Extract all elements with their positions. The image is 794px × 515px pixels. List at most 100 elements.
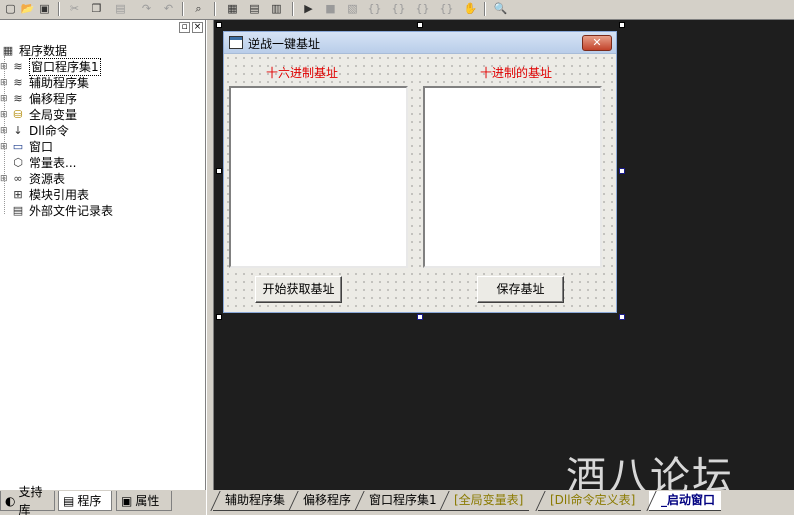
tree-item-window[interactable]: ⊞ ▭ 窗口 xyxy=(0,139,53,155)
resize-handle[interactable] xyxy=(417,314,423,320)
resize-handle[interactable] xyxy=(216,168,222,174)
program-icon: ▤ xyxy=(63,493,75,508)
main-toolbar: ▢ 📂 ▣ ✂ ❐ ▤ ↷ ↶ ⌕ ▦ ▤ ▥ ▶ ■ ▧ {} {} {} {… xyxy=(0,0,794,20)
cut-icon[interactable]: ✂ xyxy=(66,1,83,17)
toolbar-separator xyxy=(58,2,60,16)
document-tabs: 辅助程序集 偏移程序 窗口程序集1 [全局变量表] [Dll命令定义表] _启动… xyxy=(213,490,794,515)
pin-icon[interactable]: ▫ xyxy=(179,22,190,33)
tree-item-offset-program[interactable]: ⊞ ≋ 偏移程序 xyxy=(0,91,77,107)
step-into-icon[interactable]: {} xyxy=(366,1,383,17)
expand-icon[interactable]: ⊞ xyxy=(0,91,8,107)
start-fetch-button[interactable]: 开始获取基址 xyxy=(255,276,342,303)
expand-icon[interactable]: ⊞ xyxy=(0,59,8,75)
copy-icon[interactable]: ❐ xyxy=(88,1,105,17)
database-icon: ▦ xyxy=(2,44,14,57)
hex-address-label: 十六进制基址 xyxy=(266,66,339,80)
resize-handle[interactable] xyxy=(216,22,222,28)
window-icon xyxy=(229,36,243,49)
stack-icon: ≋ xyxy=(13,76,23,89)
tree-item-constants[interactable]: ⬡ 常量表... xyxy=(10,155,76,171)
expand-icon[interactable]: ⊞ xyxy=(0,75,8,91)
step-over-icon[interactable]: {} xyxy=(390,1,407,17)
tree-item-window-assembly[interactable]: ⊞ ≋ 窗口程序集1 xyxy=(0,58,101,76)
run-icon[interactable]: ▶ xyxy=(300,1,317,17)
tab-offset-program[interactable]: 偏移程序 xyxy=(291,491,358,511)
tab-window-assembly[interactable]: 窗口程序集1 xyxy=(357,491,443,511)
tab-properties[interactable]: ▣ 属性 xyxy=(116,491,172,511)
find-icon[interactable]: 🔍 xyxy=(492,1,509,17)
expand-icon[interactable]: ⊞ xyxy=(0,139,8,155)
tree-item-label: 外部文件记录表 xyxy=(29,204,114,218)
tab-support-library[interactable]: ◐ 支持库 xyxy=(0,485,55,515)
tab-startup-window[interactable]: _启动窗口 xyxy=(649,491,722,511)
tab-dll-definitions[interactable]: [Dll命令定义表] xyxy=(538,491,642,511)
tree-item-label: 资源表 xyxy=(29,172,66,186)
resize-handle[interactable] xyxy=(216,314,222,320)
stack-icon: ≋ xyxy=(13,60,23,73)
dll-icon: ↓ xyxy=(13,124,23,137)
decimal-address-list[interactable] xyxy=(423,86,602,268)
stack-icon: ≋ xyxy=(13,92,23,105)
resource-icon: ∞ xyxy=(13,172,23,185)
expand-icon[interactable]: ⊞ xyxy=(0,107,8,123)
tree-item-module-refs[interactable]: ⊞ 模块引用表 xyxy=(10,187,89,203)
toolbar-separator xyxy=(484,2,486,16)
resize-handle[interactable] xyxy=(619,314,625,320)
decimal-address-label: 十进制的基址 xyxy=(480,66,553,80)
window-icon: ▭ xyxy=(12,140,24,153)
tree-item-label: 常量表... xyxy=(29,156,77,170)
toolbar-separator xyxy=(214,2,216,16)
expand-icon[interactable]: ⊞ xyxy=(0,171,8,187)
hex-address-list[interactable] xyxy=(229,86,408,268)
close-button[interactable]: ✕ xyxy=(582,35,612,51)
tab-program[interactable]: ▤ 程序 xyxy=(58,491,112,511)
variable-icon: ⛁ xyxy=(13,108,23,121)
designed-window[interactable]: 逆战一键基址 ✕ 十六进制基址 十进制的基址 开始获取基址 保存基址 xyxy=(223,31,617,313)
left-panel-tabs: ◐ 支持库 ▤ 程序 ▣ 属性 xyxy=(0,485,206,515)
tree-item-resources[interactable]: ⊞ ∞ 资源表 xyxy=(0,171,65,187)
step-run-icon[interactable]: {} xyxy=(438,1,455,17)
close-icon[interactable]: × xyxy=(192,22,203,33)
panel-splitter[interactable] xyxy=(206,20,213,515)
tree-item-label: Dll命令 xyxy=(29,124,69,138)
tree-root[interactable]: ▦ 程序数据 xyxy=(0,43,67,59)
program-tree-panel: ▫ × ▦ 程序数据 ⊞ ≋ 窗口程序集1 ⊞ ≋ 辅助程序集 ⊞ ≋ 偏移程序… xyxy=(0,20,206,490)
save-icon[interactable]: ▣ xyxy=(36,1,53,17)
module-icon: ⊞ xyxy=(13,188,23,201)
tree-item-dll-commands[interactable]: ⊞ ↓ Dll命令 xyxy=(0,123,69,139)
paste-icon[interactable]: ▤ xyxy=(112,1,129,17)
tab-global-variables[interactable]: [全局变量表] xyxy=(442,491,530,511)
window-title: 逆战一键基址 xyxy=(248,37,321,51)
resize-handle[interactable] xyxy=(619,168,625,174)
tab-helper-assembly[interactable]: 辅助程序集 xyxy=(213,491,292,511)
step-out-icon[interactable]: {} xyxy=(414,1,431,17)
tree-item-label: 全局变量 xyxy=(29,108,78,122)
layout-icon[interactable]: ▥ xyxy=(268,1,285,17)
hand-icon[interactable]: ✋ xyxy=(462,1,479,17)
tab-label: 程序 xyxy=(77,493,102,508)
properties-icon: ▣ xyxy=(121,493,133,508)
expand-icon[interactable]: ⊞ xyxy=(0,123,8,139)
toolbar-separator xyxy=(182,2,184,16)
tree-item-helper-assembly[interactable]: ⊞ ≋ 辅助程序集 xyxy=(0,75,89,91)
tree-item-label: 模块引用表 xyxy=(29,188,90,202)
tree-item-label: 窗口程序集1 xyxy=(29,58,101,76)
window-title-bar[interactable]: 逆战一键基址 ✕ xyxy=(224,32,616,54)
resize-handle[interactable] xyxy=(417,22,423,28)
preview-icon[interactable]: ⌕ xyxy=(190,1,207,17)
stop-icon[interactable]: ■ xyxy=(322,1,339,17)
undo-icon[interactable]: ↶ xyxy=(160,1,177,17)
tree-item-external-files[interactable]: ▤ 外部文件记录表 xyxy=(10,203,113,219)
tab-label: 支持库 xyxy=(18,484,43,515)
constant-icon: ⬡ xyxy=(13,156,23,169)
tree-item-global-variables[interactable]: ⊞ ⛁ 全局变量 xyxy=(0,107,77,123)
layout-icon[interactable]: ▤ xyxy=(246,1,263,17)
redo-icon[interactable]: ↷ xyxy=(138,1,155,17)
resize-handle[interactable] xyxy=(619,22,625,28)
open-icon[interactable]: 📂 xyxy=(19,1,36,17)
layout-icon[interactable]: ▦ xyxy=(224,1,241,17)
save-address-button[interactable]: 保存基址 xyxy=(477,276,564,303)
new-icon[interactable]: ▢ xyxy=(2,1,19,17)
tree-item-label: 辅助程序集 xyxy=(29,76,90,90)
compile-icon[interactable]: ▧ xyxy=(344,1,361,17)
